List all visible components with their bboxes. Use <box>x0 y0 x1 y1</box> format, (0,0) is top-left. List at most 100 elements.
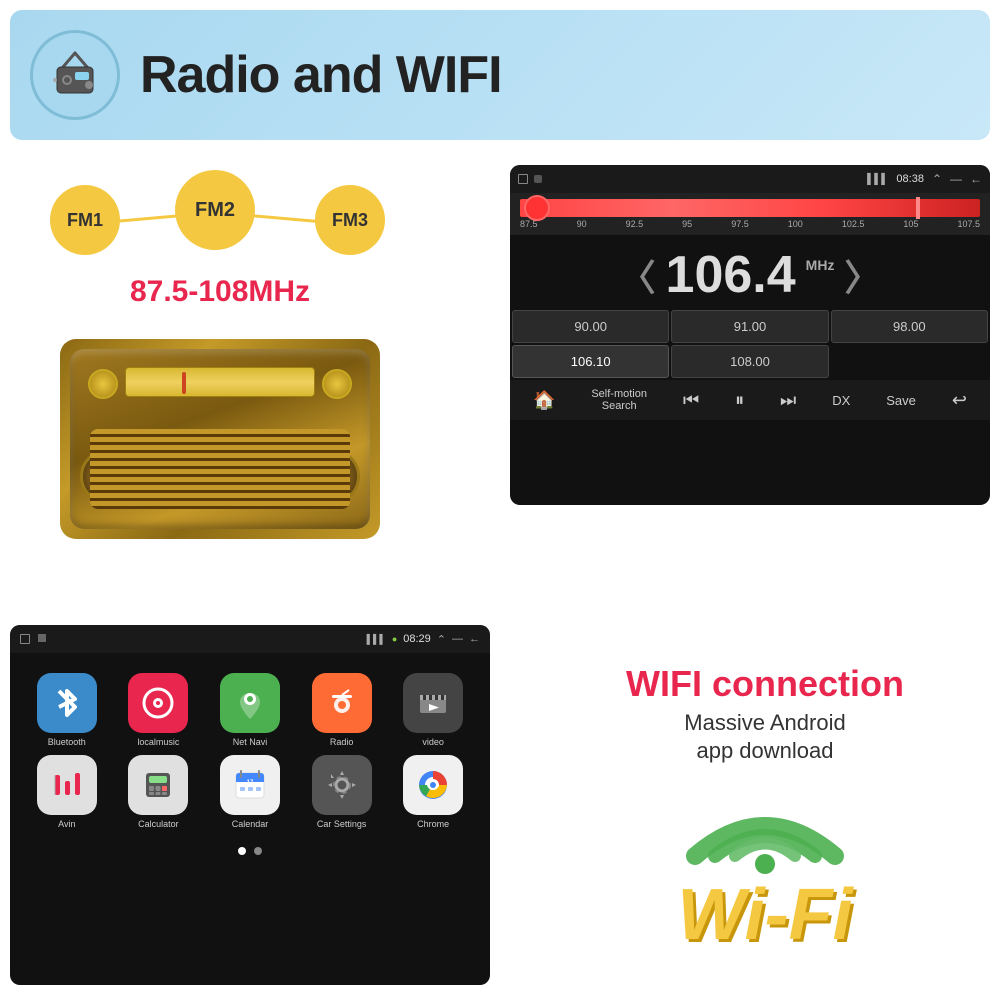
freq-right-arrow[interactable]: 〉 <box>844 249 880 301</box>
fm-bubbles: FM1 FM2 FM3 <box>30 165 410 265</box>
android-screen: ▌▌▌ ● 08:29 ⌃ — ← Bluetooth <box>10 625 490 985</box>
freq-circle <box>524 195 550 221</box>
android-battery: ● <box>392 634 397 644</box>
big-freq-display: 〈 106.4 MHz 〉 <box>510 235 990 310</box>
avin-label: Avin <box>58 819 75 829</box>
netnavi-label: Net Navi <box>233 737 268 747</box>
app-item-calendar[interactable]: 17 Calendar <box>208 755 292 829</box>
calendar-label: Calendar <box>232 819 269 829</box>
radio-knob-right <box>322 369 352 399</box>
android-top-bar: ▌▌▌ ● 08:29 ⌃ — ← <box>10 625 490 653</box>
android-top-right: ▌▌▌ ● 08:29 ⌃ — ← <box>367 633 480 646</box>
back-button[interactable]: ↩ <box>952 390 967 411</box>
calendar-icon: 17 <box>233 768 267 802</box>
app-grid: Bluetooth localmusic Net Nav <box>10 653 490 839</box>
bluetooth-app-icon <box>37 673 97 733</box>
calculator-label: Calculator <box>138 819 179 829</box>
bluetooth-label: Bluetooth <box>48 737 86 747</box>
app-item-netnavi[interactable]: Net Navi <box>208 673 292 747</box>
screen-icon-1 <box>518 174 528 184</box>
wifi-letter: Wi-Fi <box>677 874 852 956</box>
page-dots <box>10 847 490 855</box>
equalizer-icon <box>49 767 85 803</box>
app-item-chrome[interactable]: Chrome <box>391 755 475 829</box>
wifi-subtitle-line2: app download <box>696 738 833 763</box>
svg-text:17: 17 <box>247 780 254 786</box>
android-icon-square <box>20 634 30 644</box>
android-expand: ⌃ <box>437 633 446 646</box>
freq-left-arrow[interactable]: 〈 <box>620 249 656 301</box>
app-item-carsettings[interactable]: Car Settings <box>300 755 384 829</box>
netnavi-app-icon <box>220 673 280 733</box>
video-label: video <box>422 737 444 747</box>
banner-title: Radio and WIFI <box>140 45 502 105</box>
calendar-app-icon: 17 <box>220 755 280 815</box>
top-banner: Radio and WIFI <box>10 10 990 140</box>
screen-time: 08:38 <box>896 173 924 185</box>
radio-dial <box>125 367 315 397</box>
signal-icon: ▌▌▌ <box>867 174 888 185</box>
localmusic-app-icon <box>128 673 188 733</box>
close-icon: ← <box>970 172 982 186</box>
fm-line-2 <box>252 214 317 223</box>
android-back: ← <box>469 633 480 645</box>
radio-grille <box>90 429 350 509</box>
preset-108[interactable]: 108.00 <box>671 345 828 378</box>
android-signal: ▌▌▌ <box>367 634 386 644</box>
expand-icon: ⌃ <box>932 172 942 186</box>
radio-app-symbol <box>324 685 360 721</box>
video-app-icon <box>403 673 463 733</box>
app-item-radio[interactable]: Radio <box>300 673 384 747</box>
chrome-icon-svg <box>415 767 451 803</box>
wifi-title: WIFI connection <box>626 664 904 704</box>
screen-top-icons-left <box>518 174 542 184</box>
music-icon <box>140 685 176 721</box>
page-dot-2 <box>254 847 262 855</box>
app-item-video[interactable]: video <box>391 673 475 747</box>
fm-line-1 <box>118 214 178 222</box>
wifi-section: WIFI connection Massive Android app down… <box>540 630 990 990</box>
localmusic-label: localmusic <box>137 737 179 747</box>
play-pause-button[interactable]: ⏸ <box>735 390 744 411</box>
radio-icon-circle <box>30 30 120 120</box>
preset-91[interactable]: 91.00 <box>671 310 828 343</box>
preset-90[interactable]: 90.00 <box>512 310 669 343</box>
maps-icon <box>232 685 268 721</box>
freq-slider-area[interactable]: 87.59092.595 97.5100102.5105107.5 <box>510 193 990 235</box>
chrome-app-icon <box>403 755 463 815</box>
freq-range-text: 87.5-108MHz <box>10 275 430 309</box>
clapperboard-icon <box>415 685 451 721</box>
radio-app-label: Radio <box>330 737 354 747</box>
calc-icon <box>142 769 174 801</box>
radio-body <box>70 349 370 529</box>
self-motion-search-button[interactable]: Self-motion Search <box>591 388 647 412</box>
home-button[interactable]: 🏠 <box>533 390 555 411</box>
wifi-subtitle: Massive Android app download <box>684 709 845 766</box>
android-icon-rect <box>38 634 46 642</box>
dx-button[interactable]: DX <box>832 393 850 408</box>
radio-knob-left <box>88 369 118 399</box>
app-item-avin[interactable]: Avin <box>25 755 109 829</box>
page-dot-1 <box>238 847 246 855</box>
prev-button[interactable]: ⏮ <box>683 390 699 411</box>
freq-labels: 87.59092.595 97.5100102.5105107.5 <box>520 219 980 229</box>
android-icons-left <box>20 634 46 644</box>
app-item-localmusic[interactable]: localmusic <box>117 673 201 747</box>
radio-screen: ▌▌▌ 08:38 ⌃ — ← 87.59092.595 97.5100102.… <box>510 165 990 505</box>
radio-app-icon-img <box>312 673 372 733</box>
radio-image <box>60 339 380 539</box>
save-button[interactable]: Save <box>886 393 916 408</box>
app-item-bluetooth[interactable]: Bluetooth <box>25 673 109 747</box>
preset-grid: 90.00 91.00 98.00 106.10 108.00 <box>510 310 990 378</box>
carsettings-app-icon <box>312 755 372 815</box>
freq-bar <box>520 199 980 217</box>
preset-98[interactable]: 98.00 <box>831 310 988 343</box>
screen-top-bar: ▌▌▌ 08:38 ⌃ — ← <box>510 165 990 193</box>
gear-icon <box>324 767 360 803</box>
control-bar: 🏠 Self-motion Search ⏮ ⏸ ⏭ DX Save ↩ <box>510 380 990 420</box>
chrome-label: Chrome <box>417 819 449 829</box>
radio-icon <box>45 45 105 105</box>
next-button[interactable]: ⏭ <box>780 390 796 411</box>
app-item-calculator[interactable]: Calculator <box>117 755 201 829</box>
mhz-label: MHz <box>806 257 835 273</box>
